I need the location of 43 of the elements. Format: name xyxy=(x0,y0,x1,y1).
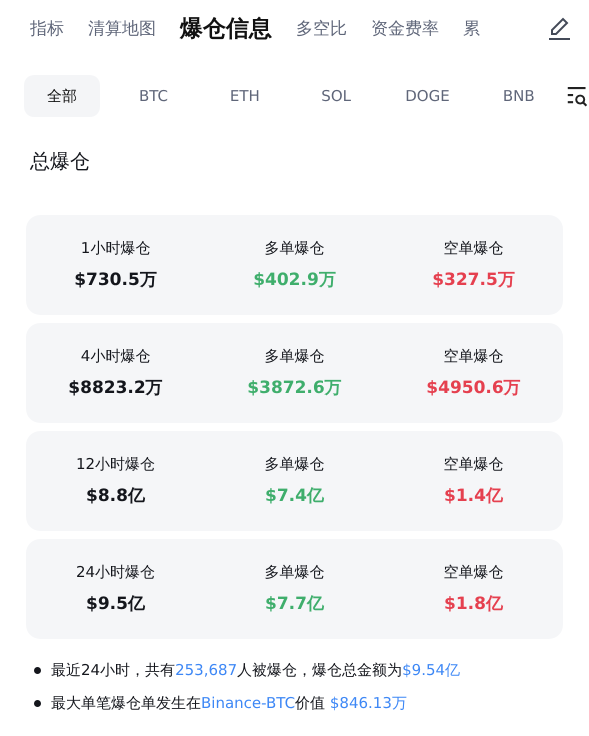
bullet-icon xyxy=(34,700,41,707)
note-text: 最近24小时，共有253,687人被爆仓，爆仓总金额为$9.54亿 xyxy=(51,661,460,680)
stat-label: 多单爆仓 xyxy=(264,347,324,366)
stat-label: 空单爆仓 xyxy=(444,563,504,582)
stat-label: 24小时爆仓 xyxy=(76,563,156,582)
tab[interactable]: 累 xyxy=(463,16,480,40)
stat-value: $327.5万 xyxy=(432,269,515,291)
tab[interactable]: 资金费率 xyxy=(371,16,439,40)
stat-value: $1.8亿 xyxy=(444,593,503,615)
stat-label: 空单爆仓 xyxy=(444,239,504,258)
coin-tab[interactable]: BNB xyxy=(480,75,557,117)
section-title: 总爆仓 xyxy=(30,148,91,175)
stat-label: 4小时爆仓 xyxy=(80,347,150,366)
stat-value: $7.4亿 xyxy=(265,485,324,507)
stat-label: 空单爆仓 xyxy=(444,347,504,366)
stat-label: 12小时爆仓 xyxy=(76,455,156,474)
stat-value: $7.7亿 xyxy=(265,593,324,615)
tab[interactable]: 清算地图 xyxy=(88,16,156,40)
note-text: 最大单笔爆仓单发生在Binance-BTC价值 $846.13万 xyxy=(51,694,407,713)
stat-value: $8823.2万 xyxy=(68,377,163,399)
tab[interactable]: 爆仓信息 xyxy=(180,12,272,44)
stat-label: 1小时爆仓 xyxy=(80,239,150,258)
coin-tab[interactable]: BTC xyxy=(115,75,192,117)
stat-value: $402.9万 xyxy=(253,269,336,291)
pencil-icon[interactable] xyxy=(546,15,572,41)
coin-tab[interactable]: 全部 xyxy=(24,75,100,117)
stat-label: 空单爆仓 xyxy=(444,455,504,474)
stat-value: $3872.6万 xyxy=(247,377,342,399)
bullet-icon xyxy=(34,667,41,674)
coin-tab[interactable]: DOGE xyxy=(389,75,466,117)
stat-value: $9.5亿 xyxy=(86,593,145,615)
stat-label: 多单爆仓 xyxy=(264,455,324,474)
stat-label: 多单爆仓 xyxy=(264,239,324,258)
stat-value: $730.5万 xyxy=(74,269,157,291)
stat-value: $8.8亿 xyxy=(86,485,145,507)
stat-value: $4950.6万 xyxy=(426,377,521,399)
coin-tab[interactable]: ETH xyxy=(206,75,283,117)
stat-value: $1.4亿 xyxy=(444,485,503,507)
tab[interactable]: 指标 xyxy=(30,16,64,40)
coin-tab[interactable]: SOL xyxy=(298,75,374,117)
filter-search-icon[interactable] xyxy=(566,84,589,108)
tab[interactable]: 多空比 xyxy=(296,16,347,40)
stat-label: 多单爆仓 xyxy=(264,563,324,582)
